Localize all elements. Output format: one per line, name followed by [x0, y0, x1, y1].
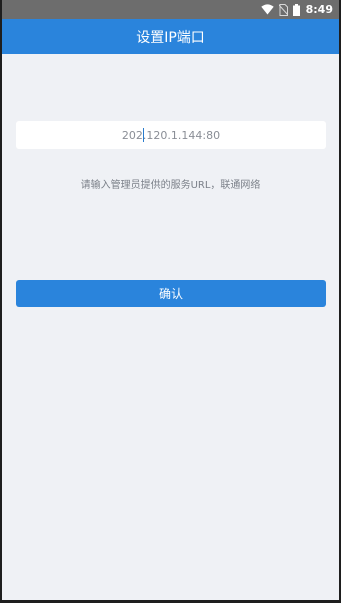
hint-text: 请输入管理员提供的服务URL，联通网络: [80, 180, 261, 191]
text-cursor: [143, 128, 144, 142]
status-time: 8:49: [305, 3, 333, 16]
server-url-input[interactable]: [16, 121, 326, 149]
server-url-field[interactable]: [16, 121, 326, 149]
page-title: 设置IP端口: [136, 29, 205, 46]
status-bar: 8:49: [2, 0, 339, 19]
battery-icon: [292, 3, 300, 16]
confirm-button-label: 确认: [158, 287, 183, 301]
no-sim-icon: [278, 3, 288, 16]
confirm-button[interactable]: 确认: [16, 280, 326, 307]
wifi-icon: [260, 4, 274, 15]
phone-screen: 8:49 设置IP端口 请输入管理员提供的服务URL，联通网络 确认: [0, 0, 341, 603]
app-bar: 设置IP端口: [2, 19, 339, 54]
